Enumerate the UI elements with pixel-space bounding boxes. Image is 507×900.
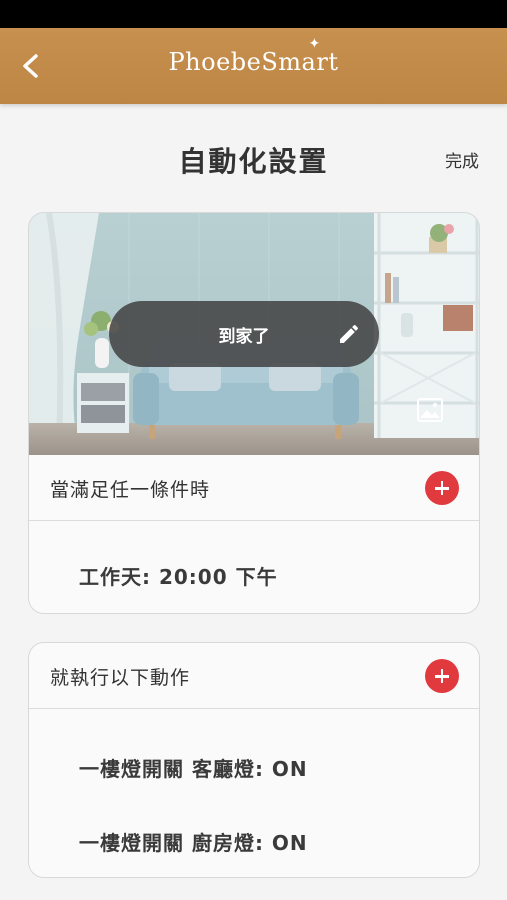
conditions-title: 當滿足任一條件時 bbox=[50, 479, 211, 501]
app-bar: PhoebeSmart ✦ bbox=[0, 28, 507, 104]
actions-title: 就執行以下動作 bbox=[50, 667, 191, 689]
image-icon[interactable] bbox=[415, 395, 445, 425]
add-action-button[interactable] bbox=[425, 659, 459, 693]
scene-name-pill[interactable]: 到家了 bbox=[109, 301, 379, 367]
status-bar bbox=[0, 0, 507, 28]
condition-item[interactable]: 工作天: 20:00 下午 bbox=[79, 561, 278, 590]
logo-text: PhoebeSmart bbox=[168, 48, 339, 76]
conditions-header: 當滿足任一條件時 bbox=[29, 455, 479, 521]
pencil-icon[interactable] bbox=[337, 322, 361, 346]
actions-header: 就執行以下動作 bbox=[29, 643, 479, 709]
conditions-card: 到家了 當滿足任一條件時 工作天: 20:00 下午 bbox=[28, 212, 480, 614]
app-logo: PhoebeSmart ✦ bbox=[0, 36, 507, 76]
page-title: 自動化設置 bbox=[178, 145, 329, 178]
actions-card: 就執行以下動作 一樓燈開關 客廳燈: ON 一樓燈開關 廚房燈: ON bbox=[28, 642, 480, 878]
add-condition-button[interactable] bbox=[425, 471, 459, 505]
action-item[interactable]: 一樓燈開關 廚房燈: ON bbox=[79, 827, 308, 856]
sparkle-icon: ✦ bbox=[308, 36, 321, 52]
scene-name: 到家了 bbox=[218, 327, 270, 347]
done-button[interactable]: 完成 bbox=[445, 147, 479, 172]
action-item[interactable]: 一樓燈開關 客廳燈: ON bbox=[79, 753, 308, 782]
scene-background-image[interactable]: 到家了 bbox=[29, 213, 479, 455]
